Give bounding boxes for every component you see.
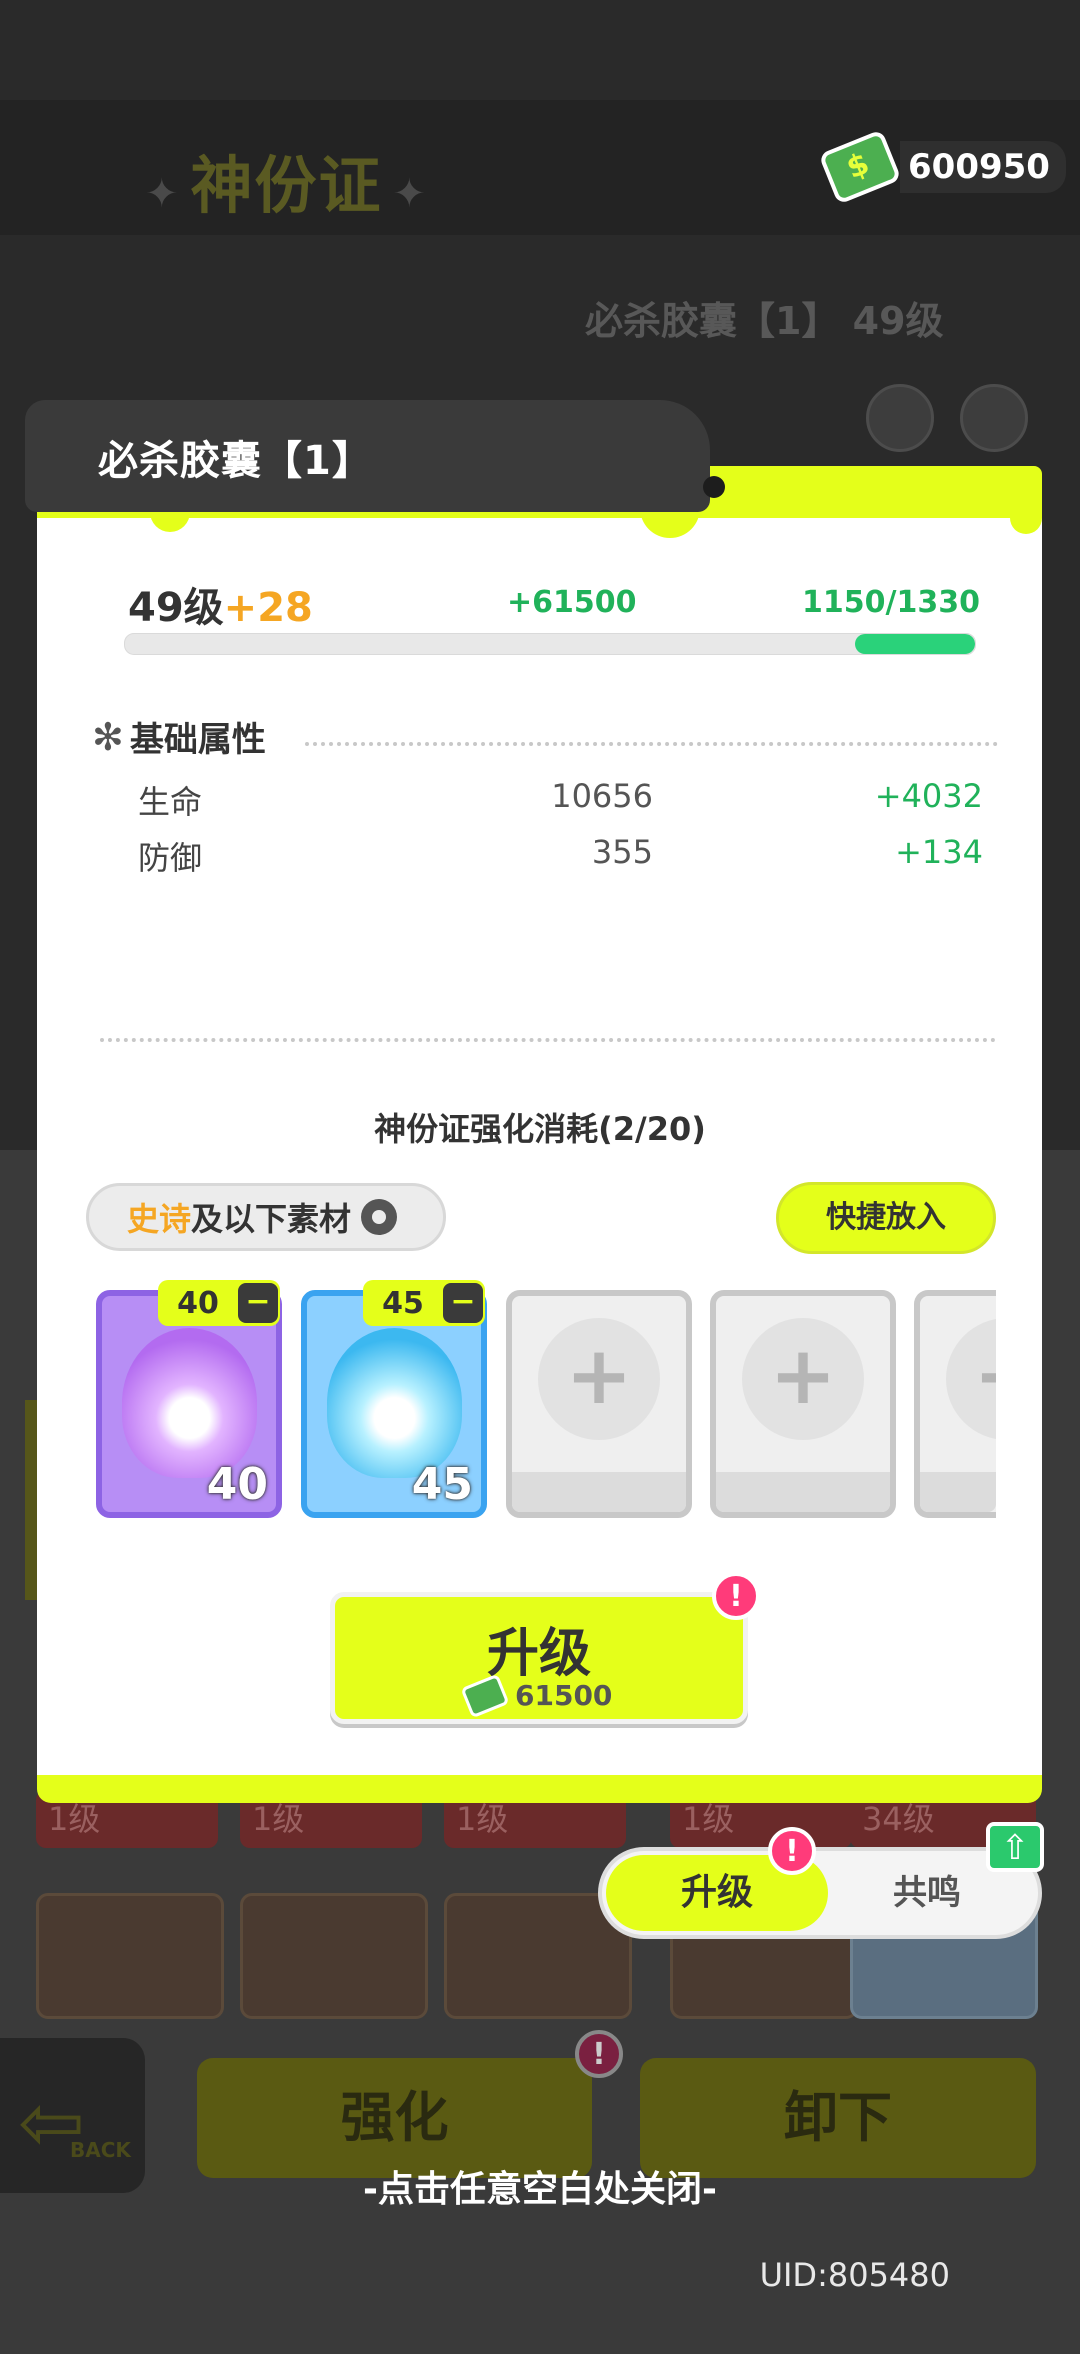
decor-dot: [703, 476, 725, 498]
currency-display: 600950: [818, 129, 1066, 205]
empty-material-slot[interactable]: +: [914, 1290, 996, 1518]
attribute-name: 防御: [138, 839, 203, 877]
material-filter[interactable]: 史诗 及以下素材: [86, 1183, 446, 1251]
minus-button[interactable]: −: [443, 1283, 483, 1323]
lock-icon: [960, 384, 1028, 452]
exp-progress-fill: [855, 634, 975, 654]
exp-progress-bar: [124, 633, 976, 655]
up-arrow-icon: ⇧: [986, 1822, 1044, 1872]
back-label: BACK: [70, 2138, 131, 2162]
background-skill-label: 必杀胶囊【1】 49级: [585, 299, 944, 343]
attribute-row: 防御 355 +134: [138, 833, 983, 883]
level-display: 49级+28: [128, 575, 313, 633]
section-header: ✻ 基础属性: [92, 712, 266, 761]
attribute-value: 355: [591, 833, 653, 871]
strengthen-alert-badge: !: [575, 2030, 623, 2078]
section-title: 基础属性: [129, 720, 266, 760]
dotted-divider: [100, 1038, 996, 1042]
add-icon: +: [946, 1318, 996, 1440]
blue-flame-icon: [327, 1328, 462, 1478]
filter-rest-label: 及以下素材: [191, 1200, 352, 1238]
attribute-name: 生命: [138, 783, 203, 821]
tab-resonance[interactable]: 共鸣: [852, 1855, 1002, 1931]
upgrade-button[interactable]: 升级 61500: [330, 1592, 748, 1724]
empty-material-slot[interactable]: +: [710, 1290, 896, 1518]
filter-epic-label: 史诗: [127, 1200, 192, 1238]
mode-tabs: 升级 共鸣: [598, 1847, 1042, 1939]
selected-quantity-value: 40: [177, 1285, 219, 1321]
upgrade-label: 升级: [486, 1624, 591, 1684]
attribute-row: 生命 10656 +4032: [138, 777, 983, 827]
gear-icon: [361, 1199, 398, 1235]
upgrade-cost: 61500: [460, 1673, 613, 1718]
material-slot[interactable]: 40 40 −: [96, 1280, 282, 1518]
currency-amount: 600950: [900, 141, 1066, 193]
minus-button[interactable]: −: [238, 1283, 278, 1323]
upgrade-alert-badge: !: [712, 1572, 760, 1620]
empty-material-slot[interactable]: +: [506, 1290, 692, 1518]
tab-alert-badge: !: [768, 1827, 816, 1875]
add-icon: +: [538, 1318, 660, 1440]
material-count: 40: [206, 1459, 268, 1510]
close-hint[interactable]: -点击任意空白处关闭-: [0, 2160, 1080, 2212]
background-card: [240, 1893, 428, 2019]
material-count: 45: [411, 1459, 473, 1510]
flower-icon: ✻: [92, 714, 124, 759]
purple-flame-icon: [122, 1328, 257, 1478]
attribute-value: 10656: [551, 777, 653, 815]
exp-text: 1150/1330: [802, 585, 980, 620]
attribute-increase: +4032: [874, 777, 983, 815]
dialog-bottom-frame: [37, 1775, 1042, 1803]
attribute-increase: +134: [895, 833, 983, 871]
level-gain: +28: [223, 585, 313, 631]
selected-quantity: 40 −: [158, 1280, 280, 1326]
currency-gain: +61500: [507, 585, 637, 620]
selected-quantity-value: 45: [382, 1285, 424, 1321]
trash-icon: [866, 384, 934, 452]
cost-title: 神份证强化消耗(2/20): [374, 1110, 706, 1148]
dotted-divider: [305, 742, 998, 746]
background-card: [36, 1893, 224, 2019]
level-value: 49级: [128, 585, 224, 631]
uid-label: UID:805480: [759, 2256, 950, 2294]
selected-quantity: 45 −: [363, 1280, 485, 1326]
cash-icon: [818, 129, 902, 205]
upgrade-cost-value: 61500: [515, 1679, 613, 1712]
material-slot[interactable]: 45 45 −: [301, 1280, 487, 1518]
dialog-title: 必杀胶囊【1】: [98, 438, 373, 484]
background-title: ✦ 神份证 ✦: [145, 149, 429, 222]
cash-icon: [460, 1673, 510, 1718]
add-icon: +: [742, 1318, 864, 1440]
quick-fill-button[interactable]: 快捷放入: [776, 1182, 996, 1254]
